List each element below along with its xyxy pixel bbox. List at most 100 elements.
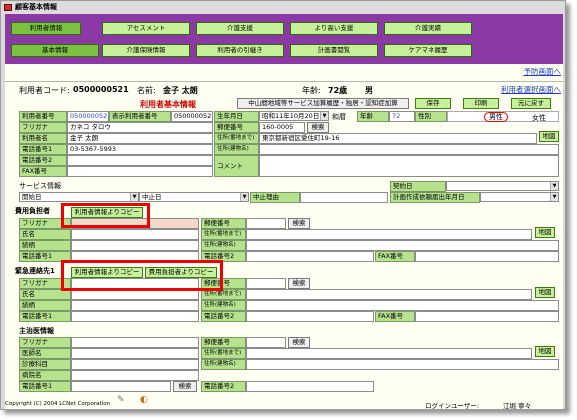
em-addr1-field[interactable] — [246, 289, 532, 300]
doc-clinic-label: 診療科目 — [19, 359, 71, 370]
addr2-label: 住所(建物名) — [214, 144, 259, 155]
section-title: 利用者基本情報 — [140, 100, 196, 109]
doc-addr2-field[interactable] — [246, 359, 559, 370]
em-tel2-label: 電話番号2 — [201, 311, 246, 322]
sex-label: 性別 — [415, 111, 447, 122]
nav-care-support[interactable]: 介護支援 — [196, 22, 284, 35]
reason-field[interactable] — [300, 192, 388, 203]
nav-handover[interactable]: 利用者の引継き — [196, 44, 284, 57]
payer-name-label: 氏名 — [19, 229, 71, 240]
comment-field[interactable] — [259, 155, 559, 177]
chevron-down-icon: ▼ — [550, 193, 558, 201]
sex-value: 男 — [365, 86, 373, 95]
disp-no-label: 表示利用者番号 — [109, 111, 171, 122]
dob-select[interactable]: 昭和11年10月20日 ▼ — [259, 111, 329, 121]
doc-tel-search-button[interactable]: 検索 — [173, 381, 197, 392]
doc-addr1-field[interactable] — [246, 348, 532, 359]
nav-higher-support[interactable]: より高い支援 — [290, 22, 378, 35]
furigana-label: フリガナ — [19, 122, 67, 133]
contract-select[interactable]: ▼ — [446, 181, 559, 191]
doc-tel2-field[interactable] — [246, 381, 374, 392]
search-button[interactable]: 検索 — [307, 122, 329, 133]
nav-care-record[interactable]: 介護実績 — [384, 22, 472, 35]
tel2-field[interactable] — [67, 155, 213, 166]
nav-insurance-info[interactable]: 介護保険情報 — [102, 44, 190, 57]
em-fax-field[interactable] — [415, 311, 559, 322]
tel1-field[interactable]: 03-5367-5993 — [67, 144, 213, 155]
nav-basic-info[interactable]: 基本情報 — [11, 44, 99, 57]
plan-select[interactable]: ▼ — [480, 192, 559, 202]
login-user: 江堀 寧々 — [503, 402, 532, 409]
payer-fax-field[interactable] — [415, 251, 559, 262]
payer-relation-field[interactable] — [71, 240, 199, 251]
doc-hospital-field[interactable] — [71, 370, 199, 381]
user-no-field[interactable]: 0500000521 — [67, 111, 109, 122]
age-label: 年齢: — [302, 86, 321, 95]
addr2-field[interactable] — [259, 144, 559, 155]
preventive-link[interactable]: 予防画面へ — [524, 66, 562, 77]
pencil-icon[interactable]: ✎ — [117, 395, 125, 405]
doc-hospital-label: 病院名 — [19, 370, 71, 381]
furigana-field[interactable]: カネコ タロウ — [67, 122, 213, 133]
disp-no-field[interactable]: 0500000521 — [171, 111, 213, 122]
start-select[interactable]: 開始日 ▼ — [19, 192, 139, 202]
print-button[interactable]: 印刷 — [463, 98, 499, 109]
save-button[interactable]: 保存 — [415, 98, 451, 109]
map-button[interactable]: 地図 — [539, 131, 559, 142]
comment-label: コメント — [214, 155, 259, 177]
doc-search-button[interactable]: 検索 — [288, 337, 310, 348]
chevron-down-icon: ▼ — [320, 112, 328, 120]
app-window: 顧客基本情報 利用者情報 アセスメント 介護支援 より高い支援 介護実績 基本情… — [0, 0, 566, 410]
user-select-link[interactable]: 利用者選択画面へ — [501, 84, 561, 95]
doc-postal-field[interactable] — [246, 337, 286, 348]
contract-label: 契約日 — [390, 181, 446, 192]
title-bar: 顧客基本情報 — [2, 2, 564, 13]
nav-assessment[interactable]: アセスメント — [102, 22, 190, 35]
era-label: 和暦 — [332, 113, 346, 121]
service-title: サービス情報 — [19, 182, 61, 190]
em-map-button[interactable]: 地図 — [535, 287, 555, 298]
nav-plan-view[interactable]: 計画書閲覧 — [290, 44, 378, 57]
payer-addr1-field[interactable] — [246, 229, 532, 240]
male-option[interactable]: 男性 — [484, 112, 508, 122]
doc-addr2-label: 住所(建物名) — [201, 359, 246, 370]
em-tel2-field[interactable] — [246, 311, 374, 322]
undo-button[interactable]: 元に戻す — [511, 98, 551, 109]
doc-map-button[interactable]: 地図 — [535, 346, 555, 357]
nav-caremanager-history[interactable]: ケアマネ履歴 — [384, 44, 472, 57]
em-relation-label: 続柄 — [19, 300, 71, 311]
payer-tel2-field[interactable] — [246, 251, 374, 262]
nav-user-info[interactable]: 利用者情報 — [11, 22, 81, 35]
age-value: 72歳 — [328, 86, 348, 95]
mountain-history-button[interactable]: 中山間地域等サービス加算履歴・独居・認知症加算 — [237, 98, 409, 109]
doc-tel1-label: 電話番号1 — [19, 381, 71, 392]
em-relation-field[interactable] — [71, 300, 199, 311]
copyright: Copyright (C) 2004 LCNet Corporation — [5, 401, 111, 407]
fax-field[interactable] — [67, 166, 213, 177]
payer-addr2-field[interactable] — [246, 240, 559, 251]
doc-tel1-field[interactable] — [71, 381, 171, 392]
payer-name-field[interactable] — [71, 229, 199, 240]
addr1-field[interactable]: 東京都新宿区愛住町19-16 — [259, 133, 537, 144]
stop-select[interactable]: 中止日 ▼ — [139, 192, 249, 202]
female-option[interactable]: 女性 — [532, 113, 546, 123]
em-tel1-field[interactable] — [71, 311, 199, 322]
em-postal-field[interactable] — [246, 278, 286, 289]
em-search-button[interactable]: 検索 — [288, 278, 310, 289]
tel2-label: 電話番号2 — [19, 155, 67, 166]
payer-map-button[interactable]: 地図 — [535, 227, 555, 238]
window-title: 顧客基本情報 — [15, 3, 57, 11]
payer-search-button[interactable]: 検索 — [288, 218, 310, 229]
age-field[interactable]: 72 — [389, 111, 415, 122]
payer-relation-label: 続柄 — [19, 240, 71, 251]
em-addr2-field[interactable] — [246, 300, 559, 311]
payer-postal-field[interactable] — [246, 218, 286, 229]
doc-furigana-field[interactable] — [71, 337, 199, 348]
login-label: ログインユーザー: — [425, 402, 480, 409]
user-name-field[interactable]: 金子 太朗 — [67, 133, 213, 144]
payer-title: 費用負担者 — [15, 207, 50, 215]
doc-name-field[interactable] — [71, 348, 199, 359]
help-icon[interactable]: ◐ — [140, 395, 148, 405]
doc-clinic-field[interactable] — [71, 359, 199, 370]
postal-field[interactable]: 160-0005 — [259, 122, 305, 133]
